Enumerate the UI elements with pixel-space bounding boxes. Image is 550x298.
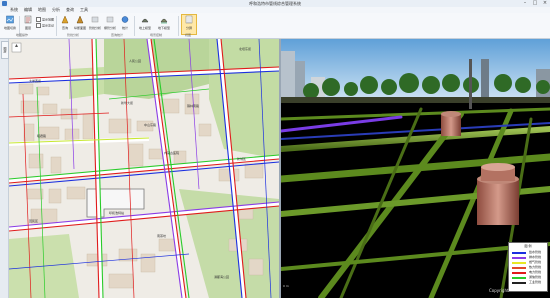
legend-swatch	[512, 272, 526, 274]
map-label: 满都海公园	[214, 275, 230, 279]
underground-icon	[160, 18, 168, 24]
scene-copyright: Copyright	[489, 288, 509, 293]
legend-swatch	[512, 257, 526, 259]
left-sidebar: 图层	[0, 39, 9, 298]
group-label: 地图操作	[15, 33, 28, 37]
show-map-check[interactable]: 显示地图	[36, 17, 54, 22]
maximize-button[interactable]: □	[530, 0, 540, 7]
ribbon-separator	[134, 16, 135, 36]
map-label: 昭君路	[37, 134, 47, 138]
stat-icon	[121, 16, 129, 23]
map-switch-button[interactable]: 地图切换	[3, 15, 17, 33]
pipe-analysis-button[interactable]: 管线分析	[88, 15, 102, 33]
ground-model-button[interactable]: 地上模型	[138, 15, 152, 33]
map-label: 新城区	[237, 157, 247, 161]
burst-analysis-button[interactable]: 爆管分析	[103, 15, 117, 33]
legend-swatch	[512, 277, 526, 279]
underground-model-button[interactable]: 地下模型	[157, 15, 171, 33]
show-annotation-check[interactable]: 显示注记	[36, 23, 54, 28]
legend-swatch	[512, 252, 526, 254]
layer-button[interactable]: 图层	[21, 15, 35, 33]
legend-swatch	[512, 262, 526, 264]
pipeline-legend: 图 例 给水管线 排水管线 燃气管线 热力管线 电力管线 通信管线 工业管线	[508, 242, 548, 292]
legend-item: 工业管线	[512, 280, 546, 285]
query-icon	[61, 15, 69, 24]
map-view-2d[interactable]: 北垣东街 新华大街 锡林南路 中山东路 大学西街 昭君路 人民公园 内蒙古医院 …	[9, 39, 279, 298]
map-switch-icon	[6, 15, 14, 24]
map-label: 内蒙古医院	[164, 151, 180, 155]
sidebar-tab-layers[interactable]: 图层	[1, 41, 9, 59]
burst-icon	[106, 16, 114, 23]
map-label: 回民区	[29, 219, 39, 223]
map-label: 南茶坊	[157, 234, 167, 238]
profile-icon	[76, 15, 84, 24]
close-button[interactable]: ×	[540, 0, 550, 7]
layer-icon	[24, 15, 32, 24]
map-canvas	[9, 39, 279, 298]
map-label: 人民公园	[129, 59, 142, 63]
scale-bar: 0 m	[283, 284, 289, 288]
query-button[interactable]: 查询	[58, 15, 72, 33]
ground-icon	[141, 18, 149, 23]
legend-swatch	[512, 267, 526, 269]
map-label: 新华大街	[121, 101, 134, 105]
ribbon-separator	[178, 16, 179, 36]
map-label: 呼和浩特站	[109, 211, 125, 215]
split-view-button[interactable]: 分屏	[181, 14, 197, 35]
group-label: 管线分析	[66, 33, 79, 37]
profile-button[interactable]: 纵断面图	[73, 15, 87, 33]
split-view-icon	[185, 15, 193, 24]
map-label: 北垣东街	[239, 47, 252, 51]
map-label: 大学西街	[29, 79, 42, 83]
map-label: 锡林南路	[187, 104, 200, 108]
group-label: 场景控制	[149, 33, 162, 37]
statistics-button[interactable]: 统计	[118, 15, 132, 33]
map-label: 中山东路	[144, 123, 157, 127]
legend-swatch	[512, 282, 526, 284]
minimize-button[interactable]: –	[520, 0, 530, 7]
legend-title: 图 例	[524, 244, 532, 248]
ribbon-toolbar: 地图切换 图层 显示地图 显示注记 查询 纵断面图 管线分析 爆管分析 统计 地…	[0, 13, 550, 39]
map-nav-control	[11, 42, 22, 53]
group-label: 视图	[184, 33, 191, 37]
group-label: 查询统计	[110, 33, 123, 37]
pipe-analysis-icon	[91, 16, 99, 23]
